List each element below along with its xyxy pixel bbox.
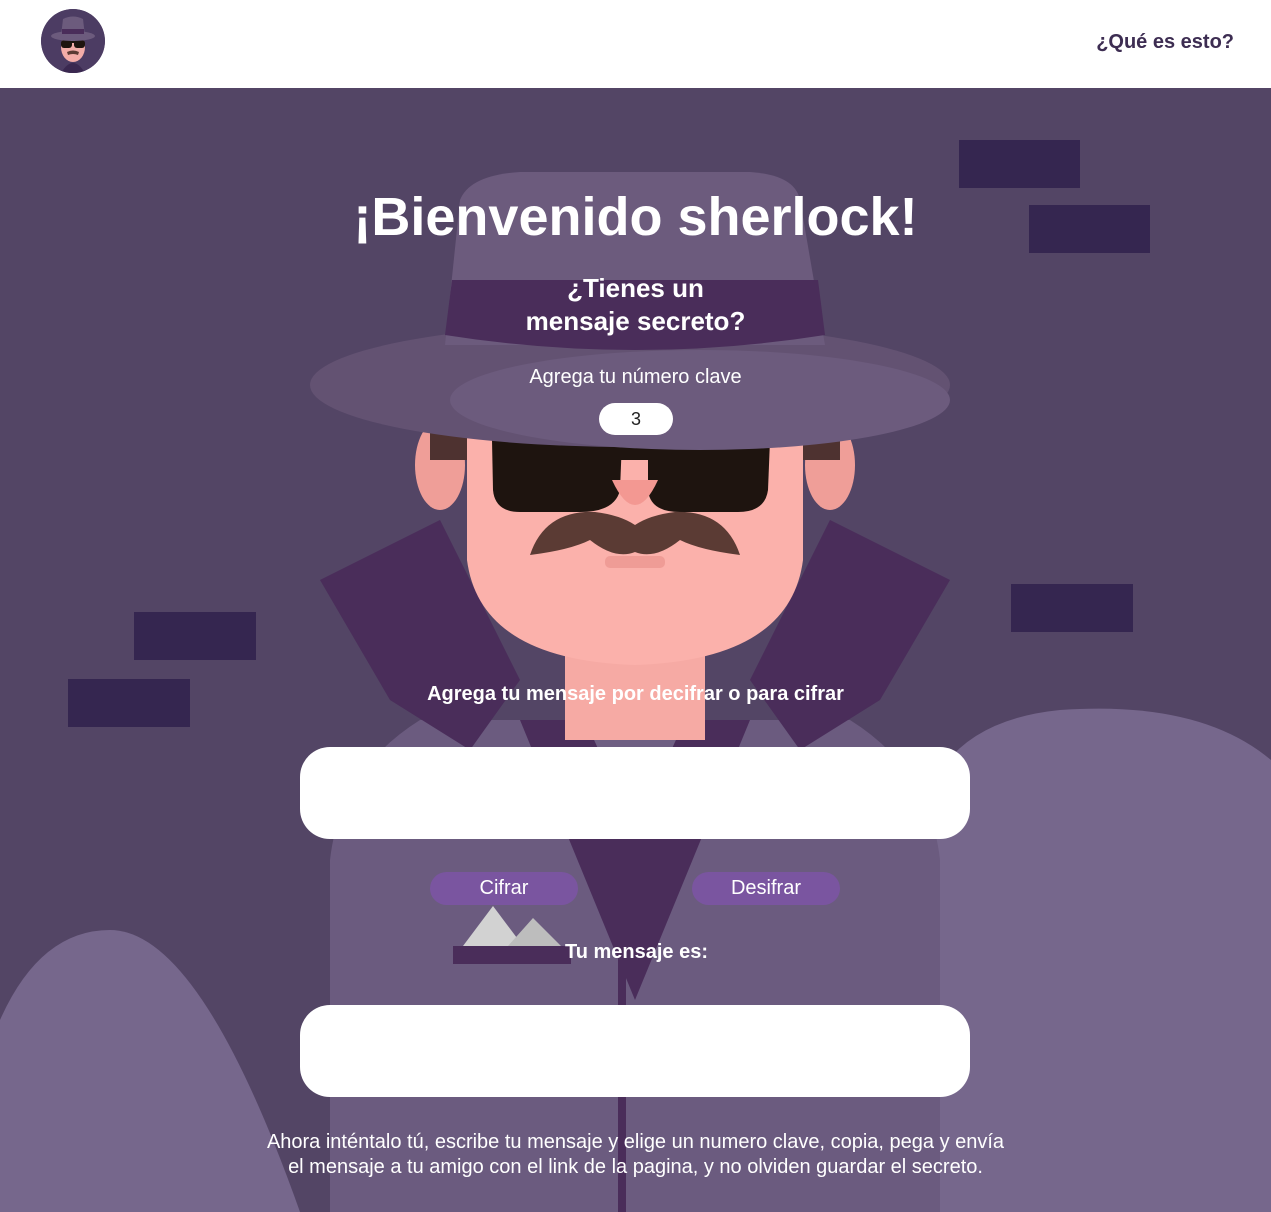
top-navbar: ¿Qué es esto? — [0, 0, 1271, 88]
subtitle-line-2: mensaje secreto? — [525, 306, 746, 336]
what-is-this-link[interactable]: ¿Qué es esto? — [1096, 31, 1234, 54]
main-section: ¡Bienvenido sherlock! ¿Tienes un mensaje… — [0, 88, 1271, 1212]
broken-image-icon — [463, 906, 561, 946]
instructions-text: Ahora inténtalo tú, escribe tu mensaje y… — [0, 1130, 1271, 1180]
key-number-label: Agrega tu número clave — [529, 366, 742, 388]
message-input[interactable] — [300, 747, 970, 839]
cipher-button[interactable]: Cifrar — [430, 872, 578, 905]
decipher-button[interactable]: Desifrar — [692, 872, 840, 905]
key-number-input[interactable] — [599, 403, 673, 435]
result-output[interactable] — [300, 1005, 970, 1097]
instructions-line-1: Ahora inténtalo tú, escribe tu mensaje y… — [266, 1131, 1005, 1153]
result-label: Tu mensaje es: — [565, 941, 709, 963]
page-title: ¡Bienvenido sherlock! — [353, 187, 918, 247]
page-subtitle: ¿Tienes un mensaje secreto? — [0, 272, 1271, 338]
subtitle-line-1: ¿Tienes un — [567, 273, 704, 303]
message-label: Agrega tu mensaje por decifrar o para ci… — [427, 683, 844, 705]
detective-avatar-icon[interactable] — [41, 9, 105, 73]
instructions-line-2: el mensaje a tu amigo con el link de la … — [288, 1156, 983, 1178]
